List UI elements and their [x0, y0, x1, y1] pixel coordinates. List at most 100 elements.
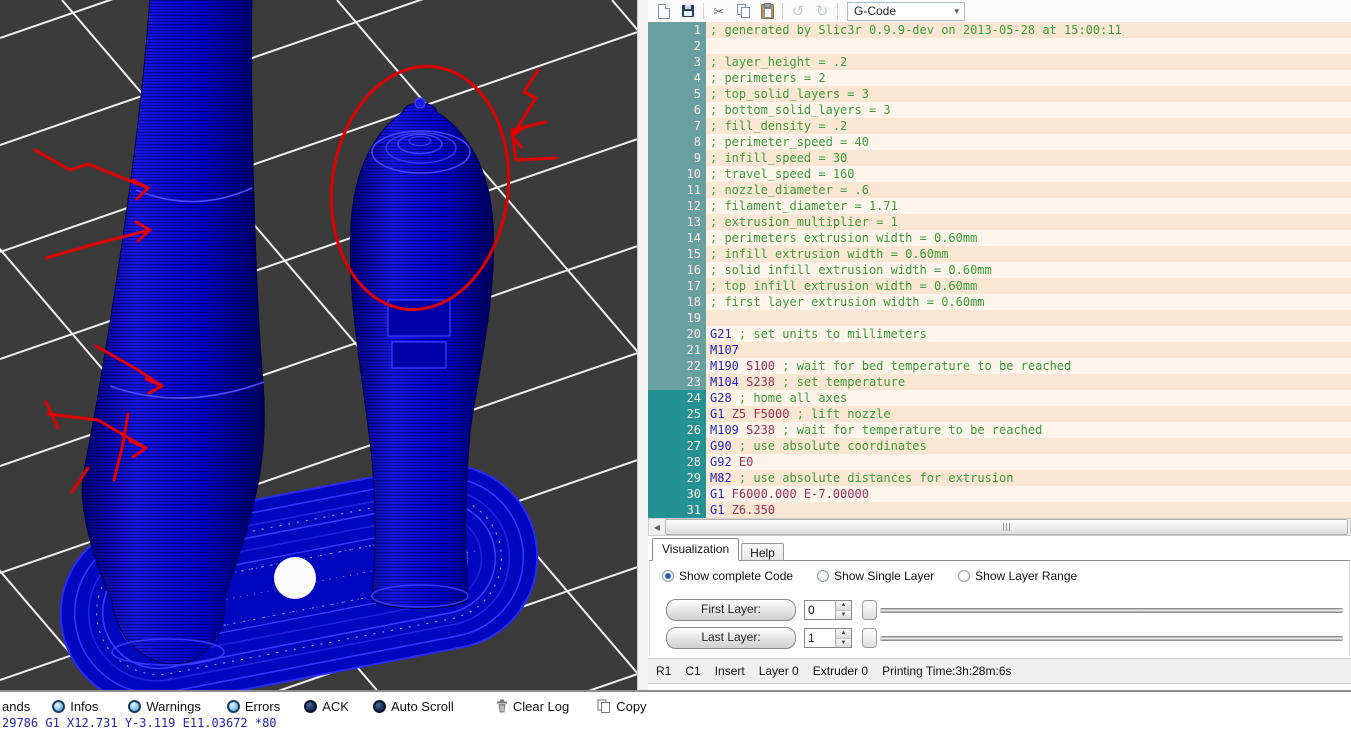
line-number: 10: [648, 166, 706, 182]
editor-line[interactable]: 22M190 S100 ; wait for bed temperature t…: [648, 358, 1351, 374]
last-layer-row: Last Layer: 1 ▲▼: [666, 627, 1343, 649]
first-layer-spinner[interactable]: ▲▼: [835, 601, 851, 619]
gcode-text-editor[interactable]: 1; generated by Slic3r 0.9.9-dev on 2013…: [648, 22, 1351, 518]
editor-line[interactable]: 5; top_solid_layers = 3: [648, 86, 1351, 102]
spin-down-icon[interactable]: ▼: [836, 611, 851, 620]
editor-line[interactable]: 25G1 Z5 F5000 ; lift nozzle: [648, 406, 1351, 422]
line-number: 16: [648, 262, 706, 278]
line-number: 13: [648, 214, 706, 230]
copy-log-button[interactable]: Copy: [597, 699, 646, 714]
editor-line[interactable]: 23M104 S238 ; set temperature: [648, 374, 1351, 390]
log-toolbar: ands Infos Warnings Errors ACK Auto Scro…: [0, 690, 1351, 728]
line-code: ; generated by Slic3r 0.9.9-dev on 2013-…: [706, 22, 1351, 38]
commands-button-truncated[interactable]: ands: [2, 699, 30, 714]
editor-line[interactable]: 28G92 E0: [648, 454, 1351, 470]
line-number: 20: [648, 326, 706, 342]
line-number: 21: [648, 342, 706, 358]
editor-line[interactable]: 16; solid infill extrusion width = 0.60m…: [648, 262, 1351, 278]
line-number: 2: [648, 38, 706, 54]
toggle-errors[interactable]: Errors: [227, 699, 280, 714]
editor-line[interactable]: 14; perimeters extrusion width = 0.60mm: [648, 230, 1351, 246]
last-layer-button[interactable]: Last Layer:: [666, 627, 796, 649]
cut-icon[interactable]: ✂: [707, 1, 731, 22]
line-code: [706, 38, 1351, 54]
toggle-infos[interactable]: Infos: [52, 699, 98, 714]
toggle-ack[interactable]: ACK: [304, 699, 349, 714]
radio-show-single-layer[interactable]: Show Single Layer: [817, 569, 934, 583]
tab-help[interactable]: Help: [741, 543, 784, 561]
editor-line[interactable]: 4; perimeters = 2: [648, 70, 1351, 86]
editor-line[interactable]: 18; first layer extrusion width = 0.60mm: [648, 294, 1351, 310]
spin-down-icon[interactable]: ▼: [836, 639, 851, 648]
editor-line[interactable]: 13; extrusion_multiplier = 1: [648, 214, 1351, 230]
editor-line[interactable]: 12; filament_diameter = 1.71: [648, 198, 1351, 214]
line-number: 4: [648, 70, 706, 86]
dropdown-value: G-Code: [854, 4, 896, 18]
last-layer-value[interactable]: 1: [805, 629, 835, 647]
editor-line[interactable]: 31G1 Z6.350: [648, 502, 1351, 518]
copy-icon[interactable]: [731, 1, 755, 22]
editor-line[interactable]: 6; bottom_solid_layers = 3: [648, 102, 1351, 118]
editor-line[interactable]: 20G21 ; set units to millimeters: [648, 326, 1351, 342]
editor-line[interactable]: 2: [648, 38, 1351, 54]
last-layer-slider[interactable]: [862, 628, 1343, 648]
editor-line[interactable]: 15; infill extrusion width = 0.60mm: [648, 246, 1351, 262]
line-number: 23: [648, 374, 706, 390]
editor-line[interactable]: 29M82 ; use absolute distances for extru…: [648, 470, 1351, 486]
scroll-left-arrow-icon[interactable]: ◀: [649, 519, 665, 535]
last-layer-slider-thumb[interactable]: [862, 628, 877, 648]
first-layer-slider[interactable]: [862, 600, 1343, 620]
editor-line[interactable]: 30G1 F6000.000 E-7.00000: [648, 486, 1351, 502]
editor-line[interactable]: 11; nozzle_diameter = .6: [648, 182, 1351, 198]
line-code: ; travel_speed = 160: [706, 166, 1351, 182]
first-layer-spinbox[interactable]: 0 ▲▼: [804, 600, 852, 620]
first-layer-value[interactable]: 0: [805, 601, 835, 619]
toggle-auto-scroll[interactable]: Auto Scroll: [373, 699, 454, 714]
tab-visualization[interactable]: Visualization: [652, 538, 739, 561]
toggle-warnings[interactable]: Warnings: [128, 699, 200, 714]
editor-line[interactable]: 19: [648, 310, 1351, 326]
first-layer-slider-thumb[interactable]: [862, 600, 877, 620]
redo-icon[interactable]: ↻: [810, 1, 834, 22]
toolbar-separator: [837, 3, 838, 19]
line-code: G1 Z5 F5000 ; lift nozzle: [706, 406, 1351, 422]
save-icon[interactable]: [676, 1, 700, 22]
editor-line[interactable]: 17; top infill extrusion width = 0.60mm: [648, 278, 1351, 294]
editor-line[interactable]: 21M107: [648, 342, 1351, 358]
paste-icon[interactable]: [755, 1, 779, 22]
ack-toggle-icon: [304, 700, 317, 713]
editor-line[interactable]: 27G90 ; use absolute coordinates: [648, 438, 1351, 454]
3d-viewport[interactable]: [0, 0, 637, 690]
radio-show-layer-range[interactable]: Show Layer Range: [958, 569, 1077, 583]
last-layer-spinbox[interactable]: 1 ▲▼: [804, 628, 852, 648]
editor-line[interactable]: 9; infill_speed = 30: [648, 150, 1351, 166]
editor-status-bar: R1 C1 Insert Layer 0 Extruder 0 Printing…: [648, 658, 1351, 684]
editor-line[interactable]: 10; travel_speed = 160: [648, 166, 1351, 182]
spin-up-icon[interactable]: ▲: [836, 629, 851, 639]
line-code: M104 S238 ; set temperature: [706, 374, 1351, 390]
radio-show-complete-code[interactable]: Show complete Code: [662, 569, 793, 583]
status-printing-time: Printing Time:3h:28m:6s: [882, 664, 1011, 678]
trash-icon: [496, 699, 508, 713]
panel-splitter[interactable]: [637, 0, 648, 690]
scrollbar-thumb[interactable]: [665, 519, 1348, 535]
spin-up-icon[interactable]: ▲: [836, 601, 851, 611]
editor-line[interactable]: 26M109 S238 ; wait for temperature to be…: [648, 422, 1351, 438]
line-code: ; extrusion_multiplier = 1: [706, 214, 1351, 230]
editor-line[interactable]: 8; perimeter_speed = 40: [648, 134, 1351, 150]
gcode-type-dropdown[interactable]: G-Code ▾: [847, 2, 965, 21]
editor-line[interactable]: 3; layer_height = .2: [648, 54, 1351, 70]
undo-icon[interactable]: ↺: [786, 1, 810, 22]
clear-log-button[interactable]: Clear Log: [496, 699, 569, 714]
line-code: G21 ; set units to millimeters: [706, 326, 1351, 342]
status-extruder: Extruder 0: [813, 664, 868, 678]
last-layer-spinner[interactable]: ▲▼: [835, 629, 851, 647]
line-code: ; solid infill extrusion width = 0.60mm: [706, 262, 1351, 278]
first-layer-button[interactable]: First Layer:: [666, 599, 796, 621]
horizontal-scrollbar[interactable]: ◀: [648, 518, 1351, 536]
editor-line[interactable]: 7; fill_density = .2: [648, 118, 1351, 134]
new-file-icon[interactable]: [652, 1, 676, 22]
line-number: 27: [648, 438, 706, 454]
editor-line[interactable]: 24G28 ; home all axes: [648, 390, 1351, 406]
editor-line[interactable]: 1; generated by Slic3r 0.9.9-dev on 2013…: [648, 22, 1351, 38]
